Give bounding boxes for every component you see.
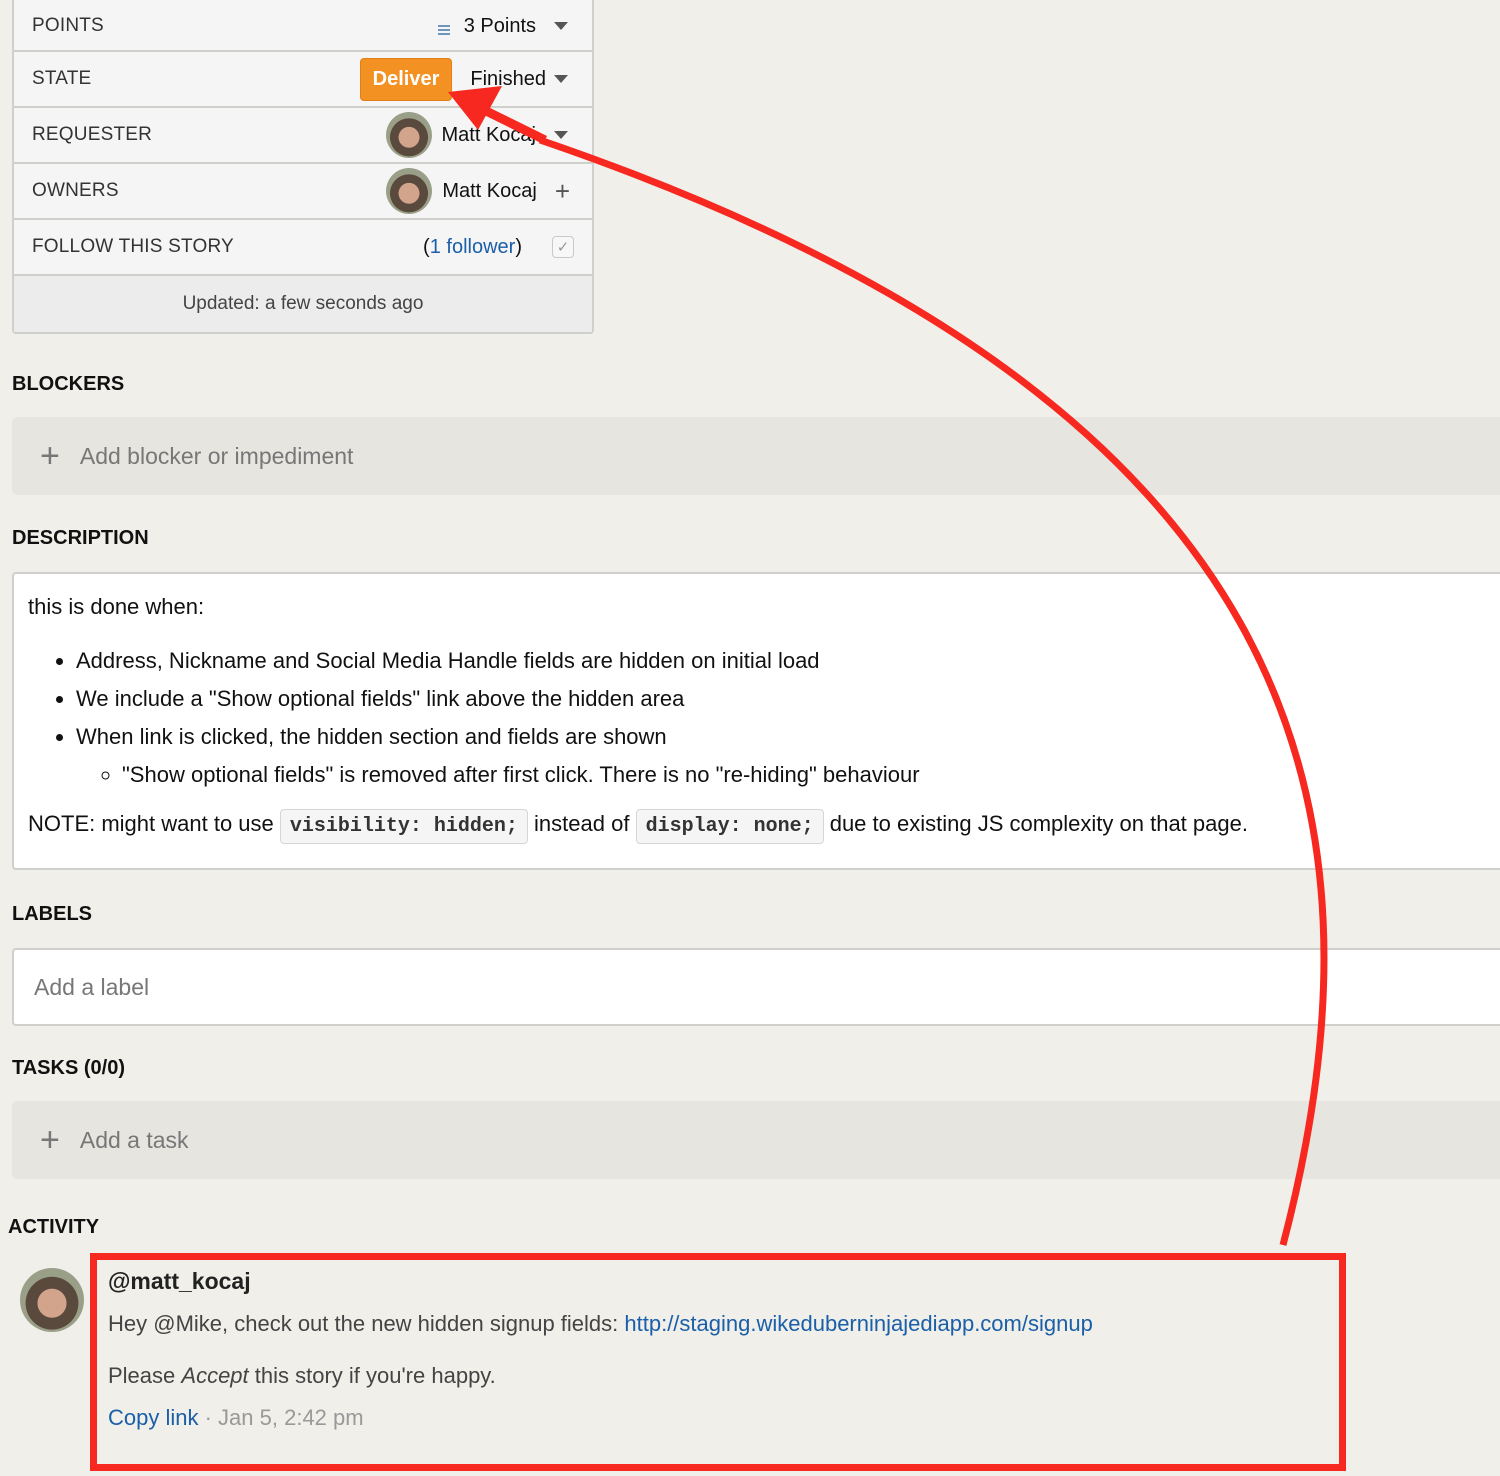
add-blocker-label: Add blocker or impediment: [79, 442, 354, 469]
state-value: Finished: [470, 67, 546, 90]
add-task-label: Add a task: [79, 1126, 189, 1153]
add-blocker-button[interactable]: + Add blocker or impediment: [12, 417, 1500, 495]
plus-icon: +: [40, 1121, 60, 1159]
requester-name: Matt Kocaj: [441, 123, 536, 146]
activity-heading: ACTIVITY: [8, 1216, 100, 1238]
list-item-text: When link is clicked, the hidden section…: [76, 724, 667, 749]
avatar: [385, 112, 432, 158]
plus-icon: +: [40, 437, 60, 475]
add-label-input[interactable]: [12, 948, 1500, 1026]
comment-text: Hey @Mike, check out the new hidden sign…: [108, 1311, 625, 1336]
points-select[interactable]: 3 Points: [437, 14, 574, 38]
follow-checkbox[interactable]: ✓: [552, 236, 574, 258]
comment-emphasis: Accept: [181, 1363, 249, 1388]
description-list: Address, Nickname and Social Media Handl…: [28, 642, 1500, 794]
add-owner-plus-icon[interactable]: +: [555, 178, 570, 204]
separator: ·: [198, 1405, 219, 1430]
list-item: We include a "Show optional fields" link…: [76, 680, 1500, 718]
comment-text: Please: [108, 1363, 182, 1388]
points-label: POINTS: [32, 15, 104, 36]
note-text: NOTE: might want to use: [28, 811, 280, 836]
list-item: Address, Nickname and Social Media Handl…: [76, 642, 1500, 680]
comment-author: @matt_kocaj: [108, 1268, 251, 1294]
requester-row: REQUESTER Matt Kocaj: [14, 108, 592, 164]
comment-avatar: [20, 1268, 84, 1332]
labels-heading: LABELS: [12, 903, 92, 925]
code-snippet: display: none;: [635, 809, 824, 844]
owner-name[interactable]: Matt Kocaj: [442, 180, 536, 203]
tasks-heading: TASKS (0/0): [12, 1057, 125, 1079]
owners-label: OWNERS: [32, 180, 119, 201]
add-task-button[interactable]: + Add a task: [12, 1101, 1500, 1179]
requester-label: REQUESTER: [32, 124, 153, 145]
code-snippet: visibility: hidden;: [279, 809, 528, 844]
description-intro: this is done when:: [28, 594, 205, 619]
description-content[interactable]: this is done when: Address, Nickname and…: [12, 572, 1500, 870]
chevron-down-icon: [554, 22, 568, 30]
note-text: instead of: [527, 811, 636, 836]
follow-row: FOLLOW THIS STORY (1 follower) ✓: [14, 220, 592, 276]
followers-count: (1 follower): [423, 236, 522, 259]
list-item: When link is clicked, the hidden section…: [76, 718, 1500, 794]
avatar[interactable]: [386, 168, 433, 214]
paren: (: [423, 235, 430, 258]
copy-link[interactable]: Copy link: [108, 1405, 198, 1430]
blockers-heading: BLOCKERS: [12, 373, 125, 395]
description-note: NOTE: might want to use visibility: hidd…: [28, 804, 1500, 847]
comment-link[interactable]: http://staging.wikeduberninjajediapp.com…: [624, 1311, 1092, 1336]
updated-timestamp: Updated: a few seconds ago: [14, 276, 592, 332]
requester-select[interactable]: Matt Kocaj: [385, 112, 574, 158]
sub-list: "Show optional fields" is removed after …: [76, 756, 1500, 794]
points-row: POINTS 3 Points: [14, 0, 592, 52]
comment-meta: Copy link · Jan 5, 2:42 pm: [108, 1405, 1308, 1431]
owners-row: OWNERS Matt Kocaj +: [14, 164, 592, 220]
description-heading: DESCRIPTION: [12, 527, 149, 549]
state-row: STATE Deliver Finished: [14, 52, 592, 108]
list-item: "Show optional fields" is removed after …: [122, 756, 1500, 794]
comment-body-line2: Please Accept this story if you're happy…: [108, 1363, 1308, 1389]
comment-body: Hey @Mike, check out the new hidden sign…: [108, 1311, 1308, 1337]
paren: ): [515, 235, 522, 258]
points-value: 3 Points: [463, 14, 536, 37]
followers-link[interactable]: 1 follower: [430, 236, 516, 258]
comment-timestamp: Jan 5, 2:42 pm: [218, 1405, 364, 1430]
chevron-down-icon: [554, 131, 568, 139]
note-text: due to existing JS complexity on that pa…: [823, 811, 1248, 836]
state-label: STATE: [32, 68, 92, 89]
follow-label: FOLLOW THIS STORY: [32, 236, 234, 257]
story-info-panel: POINTS 3 Points STATE Deliver Finished R…: [12, 0, 594, 334]
comment-text: this story if you're happy.: [248, 1363, 496, 1388]
chevron-down-icon: [554, 75, 568, 83]
deliver-button[interactable]: Deliver: [359, 57, 453, 101]
state-select[interactable]: Finished: [470, 68, 574, 91]
estimate-bars-icon: [437, 25, 450, 35]
activity-comment: @matt_kocaj Hey @Mike, check out the new…: [108, 1268, 1308, 1431]
check-icon: ✓: [556, 239, 570, 256]
